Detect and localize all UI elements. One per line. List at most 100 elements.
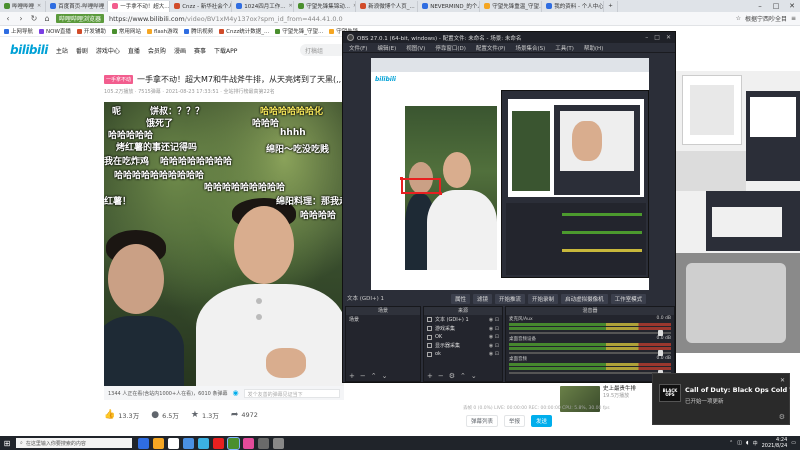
action-coin[interactable]: ● 6.5万 [151, 410, 179, 420]
volume-slider[interactable] [509, 350, 671, 356]
bookmark-item[interactable]: flash游戏 [146, 27, 178, 35]
visibility-eye-icon[interactable]: ◉ ⊡ [489, 351, 499, 357]
action-like[interactable]: 👍 13.3万 [104, 410, 139, 420]
source-down-icon[interactable]: ⌄ [471, 372, 477, 380]
bookmark-item[interactable]: 守望先锋_守望... [275, 27, 323, 35]
tab-close-icon[interactable]: ✕ [37, 3, 41, 9]
right-button[interactable]: 发送 [531, 415, 553, 427]
taskbar-app-icon[interactable] [258, 437, 269, 449]
bookmark-item[interactable]: 上网导航 [4, 27, 33, 35]
obs-toolbar-button[interactable]: 工作室模式 [610, 294, 647, 304]
clock[interactable]: 4:24 2021/8/24 [762, 437, 788, 449]
windows-start-icon[interactable]: ⊞ [0, 436, 14, 450]
visibility-eye-icon[interactable]: ◉ ⊡ [489, 343, 499, 349]
obs-menu-item[interactable]: 停靠窗口(D) [435, 44, 466, 52]
obs-toolbar-button[interactable]: 开始推流 [495, 294, 526, 304]
bili-nav-item[interactable]: 漫画 [174, 46, 186, 55]
tab-close-icon[interactable]: ✕ [288, 3, 292, 9]
bili-nav-item[interactable]: 下载APP [214, 46, 237, 55]
scene-item[interactable]: 场景 [346, 315, 420, 324]
taskbar-app-icon[interactable] [243, 437, 254, 449]
browser-tab[interactable]: 1024四月工作... ✕ [232, 0, 295, 12]
obs-menu-item[interactable]: 视图(V) [406, 44, 425, 52]
bili-nav-item[interactable]: 直播 [128, 46, 140, 55]
volume-slider-knob[interactable] [658, 330, 664, 336]
browser-tab[interactable]: NEVERMIND_的个人...✕ [418, 0, 481, 12]
minimize-icon[interactable]: – [752, 0, 768, 12]
right-button[interactable]: 举报 [504, 415, 526, 427]
bili-search-input[interactable]: 打稿组 [300, 44, 346, 56]
taskbar-app-icon[interactable] [168, 437, 179, 449]
bili-nav-item[interactable]: 游戏中心 [96, 46, 120, 55]
obs-toolbar-button[interactable]: 开始录制 [528, 294, 559, 304]
obs-menu-item[interactable]: 编辑(E) [377, 44, 396, 52]
taskbar-app-icon[interactable] [213, 437, 224, 449]
add-scene-icon[interactable]: + [349, 372, 355, 380]
remove-source-icon[interactable]: − [438, 372, 444, 380]
browser-tab[interactable]: 守望先锋集锦动...✕ [294, 0, 357, 12]
browser-app-badge[interactable]: 哔哩哔哩浏览器 [56, 14, 105, 23]
obs-close-icon[interactable]: ✕ [666, 34, 671, 41]
browser-tab[interactable]: 新浪微博个人页_...✕ [356, 0, 419, 12]
browser-tab[interactable]: 一手拿不动！超大...✕ [108, 0, 171, 12]
obs-toolbar-button[interactable]: 启动虚拟摄像机 [561, 294, 608, 304]
taskbar-search-input[interactable]: ⌕ 在这里输入你要搜索的内容 [16, 438, 132, 448]
obs-menu-item[interactable]: 配置文件(P) [476, 44, 506, 52]
network-icon[interactable]: ◫ [737, 440, 742, 446]
bookmark-item[interactable]: Cnzz统计数据_... [219, 27, 269, 35]
taskbar-app-icon[interactable] [138, 437, 149, 449]
browser-tab[interactable]: 我的资料 - 个人中心✕ [542, 0, 605, 12]
bookmark-item[interactable]: 腾讯视频 [184, 27, 213, 35]
refresh-icon[interactable]: ↻ [30, 14, 38, 23]
url-input[interactable]: https://www.bilibili.com/video/BV1xM4y13… [109, 15, 731, 23]
source-item[interactable]: 显示器采集 ◉ ⊡ [424, 341, 502, 350]
remove-scene-icon[interactable]: − [360, 372, 366, 380]
volume-slider[interactable] [509, 330, 671, 336]
obs-menu-item[interactable]: 帮助(H) [584, 44, 603, 52]
bookmark-item[interactable]: 开发辅助 [76, 27, 106, 35]
notification-center-icon[interactable]: ▭ [791, 440, 796, 446]
source-item[interactable]: 游戏采集 ◉ ⊡ [424, 324, 502, 333]
selection-bounding-box[interactable] [400, 177, 442, 195]
toast-settings-icon[interactable]: ⚙ [779, 413, 785, 421]
action-share[interactable]: ➦ 4972 [231, 410, 258, 420]
source-item[interactable]: ok ◉ ⊡ [424, 350, 502, 358]
volume-icon[interactable]: ◖ [746, 440, 749, 446]
video-player[interactable]: 呢饼叔：？？？ 饿死了 哈哈哈哈哈哈化 哈哈哈 哈哈哈哈哈 hhhh 烤红薯的事还记得吗 绵阳… [104, 102, 344, 386]
bookmark-item[interactable]: 常用网站 [111, 27, 141, 35]
source-item[interactable]: OK ◉ ⊡ [424, 333, 502, 341]
source-up-icon[interactable]: ⌃ [460, 372, 466, 380]
right-button[interactable]: 弹幕列表 [466, 415, 499, 427]
back-icon[interactable]: ‹ [4, 14, 12, 23]
close-icon[interactable]: ✕ [784, 0, 800, 12]
obs-maximize-icon[interactable]: □ [654, 34, 660, 41]
danmaku-toggle-icon[interactable]: ◉ [232, 389, 238, 397]
source-item[interactable]: 文本 (GDI+) 1 ◉ ⊡ [424, 315, 502, 324]
scene-up-icon[interactable]: ⌃ [371, 372, 377, 380]
action-star[interactable]: ★ 1.3万 [191, 410, 219, 420]
maximize-icon[interactable]: □ [768, 0, 784, 12]
browser-tab[interactable]: 守望先锋重温_守望...✕ [480, 0, 543, 12]
obs-toolbar-button[interactable]: 属性 [451, 294, 471, 304]
visibility-eye-icon[interactable]: ◉ ⊡ [489, 326, 499, 332]
home-icon[interactable]: ⌂ [43, 14, 51, 23]
forward-icon[interactable]: › [17, 14, 25, 23]
ime-indicator[interactable]: 中 [753, 440, 758, 447]
browser-tab[interactable]: 哔哩哔哩 ✕ [0, 0, 47, 12]
obs-menu-item[interactable]: 场景集合(S) [515, 44, 545, 52]
toast-notification[interactable]: ✕ BLACK OPS Call of Duty: Black Ops Cold… [652, 373, 800, 425]
bili-nav-item[interactable]: 主站 [56, 46, 68, 55]
obs-menu-item[interactable]: 工具(T) [555, 44, 574, 52]
visibility-eye-icon[interactable]: ◉ ⊡ [489, 334, 499, 340]
star-bookmark-icon[interactable]: ☆ [736, 15, 741, 22]
bilibili-logo[interactable]: bilibili [10, 43, 48, 57]
obs-toolbar-button[interactable]: 滤镜 [473, 294, 493, 304]
taskbar-app-icon[interactable] [227, 436, 240, 450]
obs-preview[interactable]: bilibili [371, 58, 649, 290]
bookmark-item[interactable]: NOW直播 [39, 27, 71, 35]
taskbar-app-icon[interactable] [153, 437, 164, 449]
scene-down-icon[interactable]: ⌄ [382, 372, 388, 380]
obs-minimize-icon[interactable]: – [645, 34, 648, 41]
add-source-icon[interactable]: + [427, 372, 433, 380]
bili-nav-item[interactable]: 番剧 [76, 46, 88, 55]
